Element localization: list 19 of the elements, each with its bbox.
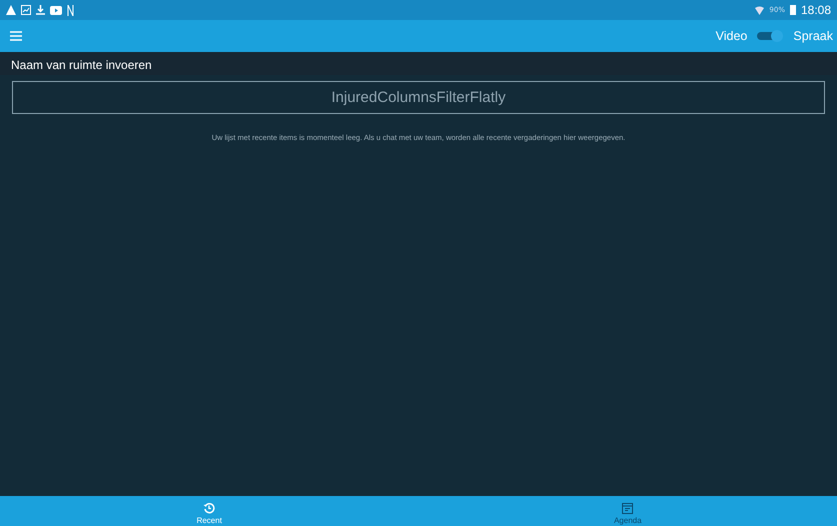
wifi-icon xyxy=(755,6,764,14)
download-icon xyxy=(36,5,45,15)
clock-time: 18:08 xyxy=(800,3,831,17)
warning-icon xyxy=(6,5,16,15)
nav-tab[interactable]: Agenda xyxy=(418,496,837,526)
n-icon xyxy=(67,4,74,16)
video-label: Video xyxy=(716,29,748,43)
menu-icon xyxy=(10,30,22,40)
video-icon xyxy=(50,6,62,14)
calendar-icon xyxy=(622,502,634,514)
mode-toggle[interactable] xyxy=(757,30,784,42)
history-icon xyxy=(203,502,216,514)
room-name-field[interactable]: InjuredColumnsFilterFlatly xyxy=(12,81,825,114)
menu-button[interactable] xyxy=(10,28,22,44)
image-icon xyxy=(21,5,31,15)
battery-icon xyxy=(790,5,796,15)
speech-label: Spraak xyxy=(793,29,833,43)
nav-tab[interactable]: Recent xyxy=(0,496,418,526)
room-name-label: Naam van ruimte invoeren xyxy=(0,52,837,75)
